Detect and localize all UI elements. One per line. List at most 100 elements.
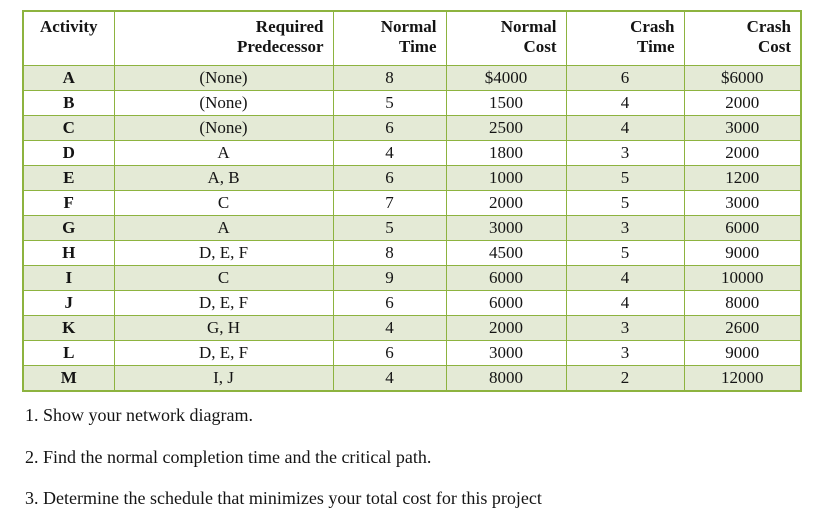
cell-activity: H xyxy=(22,240,115,266)
cell-activity: F xyxy=(22,190,115,216)
cell-crash-time: 2 xyxy=(565,365,685,392)
cell-crash-time: 3 xyxy=(565,340,685,366)
cell-predecessor: C xyxy=(113,190,334,216)
table-row: C (None) 6 2500 4 3000 xyxy=(22,115,802,141)
worksheet-page: Activity Required Predecessor Normal Tim… xyxy=(0,0,840,531)
cell-normal-cost: 2000 xyxy=(445,315,567,341)
cell-normal-time: 6 xyxy=(332,115,447,141)
table-row: G A 5 3000 3 6000 xyxy=(22,215,802,241)
cell-crash-time: 4 xyxy=(565,90,685,116)
column-header-normal-cost: Normal Cost xyxy=(445,10,567,66)
cell-predecessor: D, E, F xyxy=(113,290,334,316)
cell-crash-cost: 12000 xyxy=(683,365,802,392)
cell-crash-time: 5 xyxy=(565,240,685,266)
cell-crash-time: 4 xyxy=(565,265,685,291)
cell-crash-time: 4 xyxy=(565,290,685,316)
table-row: A (None) 8 $4000 6 $6000 xyxy=(22,65,802,91)
cell-crash-cost: 9000 xyxy=(683,240,802,266)
cell-normal-cost: 8000 xyxy=(445,365,567,392)
table-header-row: Activity Required Predecessor Normal Tim… xyxy=(22,10,802,66)
cell-crash-time: 3 xyxy=(565,315,685,341)
cell-crash-time: 5 xyxy=(565,190,685,216)
cell-normal-cost: 4500 xyxy=(445,240,567,266)
cell-activity: C xyxy=(22,115,115,141)
questions-list: 1. Show your network diagram. 2. Find the… xyxy=(25,404,815,510)
cell-normal-cost: 1000 xyxy=(445,165,567,191)
table-row: H D, E, F 8 4500 5 9000 xyxy=(22,240,802,266)
table-row: I C 9 6000 4 10000 xyxy=(22,265,802,291)
cell-normal-time: 8 xyxy=(332,65,447,91)
cell-normal-cost: 6000 xyxy=(445,290,567,316)
cell-normal-time: 9 xyxy=(332,265,447,291)
cell-normal-time: 4 xyxy=(332,140,447,166)
column-header-crash-time: Crash Time xyxy=(565,10,685,66)
cell-normal-time: 4 xyxy=(332,315,447,341)
cell-activity: A xyxy=(22,65,115,91)
cell-normal-time: 8 xyxy=(332,240,447,266)
column-header-crash-time-line-1: Crash xyxy=(630,17,675,36)
table-header: Activity Required Predecessor Normal Tim… xyxy=(22,10,802,66)
cell-predecessor: (None) xyxy=(113,90,334,116)
cell-crash-cost: 3000 xyxy=(683,115,802,141)
cell-normal-time: 5 xyxy=(332,215,447,241)
column-header-required-predecessor-line-2: Predecessor xyxy=(236,37,324,57)
column-header-activity-line-1: Activity xyxy=(39,17,98,36)
table-row: J D, E, F 6 6000 4 8000 xyxy=(22,290,802,316)
cell-activity: L xyxy=(22,340,115,366)
cell-normal-cost: 2500 xyxy=(445,115,567,141)
cell-crash-time: 4 xyxy=(565,115,685,141)
cell-crash-cost: $6000 xyxy=(683,65,802,91)
cell-normal-time: 4 xyxy=(332,365,447,392)
question-item: 2. Find the normal completion time and t… xyxy=(25,446,432,467)
cell-normal-time: 6 xyxy=(332,340,447,366)
cell-activity: K xyxy=(22,315,115,341)
cell-activity: G xyxy=(22,215,115,241)
column-header-required-predecessor-line-1: Required xyxy=(255,17,324,36)
cell-normal-cost: 2000 xyxy=(445,190,567,216)
cell-crash-cost: 1200 xyxy=(683,165,802,191)
cell-predecessor: D, E, F xyxy=(113,340,334,366)
table-row: L D, E, F 6 3000 3 9000 xyxy=(22,340,802,366)
cell-normal-time: 6 xyxy=(332,165,447,191)
cell-crash-cost: 3000 xyxy=(683,190,802,216)
cell-normal-cost: $4000 xyxy=(445,65,567,91)
cell-crash-cost: 8000 xyxy=(683,290,802,316)
column-header-normal-cost-line-1: Normal xyxy=(500,17,557,36)
column-header-normal-time-line-1: Normal xyxy=(380,17,437,36)
cell-normal-time: 6 xyxy=(332,290,447,316)
cell-predecessor: (None) xyxy=(113,115,334,141)
table-row: K G, H 4 2000 3 2600 xyxy=(22,315,802,341)
cell-crash-time: 3 xyxy=(565,215,685,241)
cell-crash-cost: 2000 xyxy=(683,90,802,116)
column-header-normal-time: Normal Time xyxy=(332,10,447,66)
cell-normal-cost: 1500 xyxy=(445,90,567,116)
cell-predecessor: A xyxy=(113,215,334,241)
cell-predecessor: (None) xyxy=(113,65,334,91)
table-row: F C 7 2000 5 3000 xyxy=(22,190,802,216)
column-header-crash-cost-line-1: Crash xyxy=(746,17,791,36)
cell-predecessor: C xyxy=(113,265,334,291)
column-header-activity: Activity xyxy=(22,10,115,66)
cell-crash-cost: 2000 xyxy=(683,140,802,166)
column-header-crash-cost: Crash Cost xyxy=(683,10,802,66)
cell-normal-cost: 6000 xyxy=(445,265,567,291)
question-item: 3. Determine the schedule that minimizes… xyxy=(25,488,542,508)
column-header-crash-cost-line-2: Cost xyxy=(757,37,791,57)
cell-normal-time: 7 xyxy=(332,190,447,216)
table-body: A (None) 8 $4000 6 $6000 B (None) 5 1500 4 2000 C (No… xyxy=(22,65,802,392)
cell-predecessor: G, H xyxy=(113,315,334,341)
cell-crash-cost: 2600 xyxy=(683,315,802,341)
column-header-crash-time-line-2: Time xyxy=(637,37,675,57)
table-row: E A, B 6 1000 5 1200 xyxy=(22,165,802,191)
cell-activity: I xyxy=(22,265,115,291)
cell-normal-time: 5 xyxy=(332,90,447,116)
cell-normal-cost: 1800 xyxy=(445,140,567,166)
cell-predecessor: A, B xyxy=(113,165,334,191)
cell-crash-time: 6 xyxy=(565,65,685,91)
table-row: M I, J 4 8000 2 12000 xyxy=(22,365,802,392)
cell-predecessor: A xyxy=(113,140,334,166)
column-header-required-predecessor: Required Predecessor xyxy=(113,10,334,66)
cell-normal-cost: 3000 xyxy=(445,215,567,241)
cell-crash-cost: 10000 xyxy=(683,265,802,291)
cell-predecessor: I, J xyxy=(113,365,334,392)
